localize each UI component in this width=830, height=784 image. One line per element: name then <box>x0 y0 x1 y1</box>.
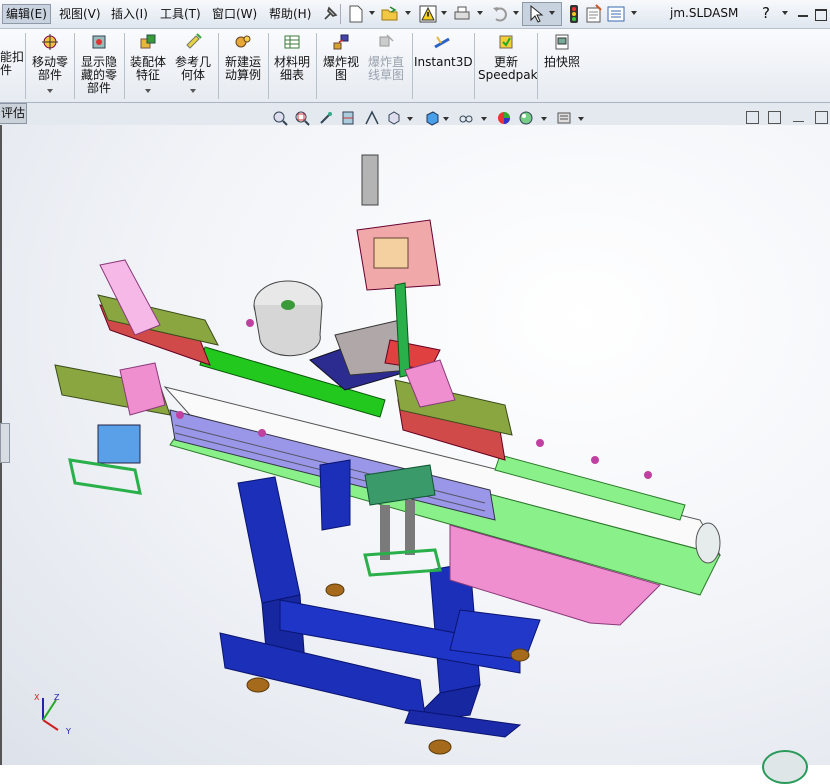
view-orientation-icon[interactable] <box>386 110 402 126</box>
tab-evaluate[interactable]: 评估 <box>0 103 27 124</box>
chevron-down-icon[interactable] <box>47 89 53 93</box>
command-label: 细表 <box>279 68 304 82</box>
chevron-down-icon[interactable] <box>549 11 555 15</box>
viewport-restore-icon[interactable] <box>815 111 828 124</box>
update-speedpak-button[interactable]: 更新 Speedpak <box>478 33 538 82</box>
chevron-down-icon[interactable] <box>513 11 519 15</box>
display-style-icon[interactable] <box>424 110 440 126</box>
document-title: jm.SLDASM <box>670 6 739 20</box>
corner-widget[interactable] <box>762 750 808 784</box>
show-hidden-icon <box>92 35 106 49</box>
command-label: 部件 <box>37 68 62 82</box>
instant3d-icon <box>434 36 450 49</box>
menu-view[interactable]: 视图(V) <box>56 5 104 23</box>
undo-icon[interactable] <box>490 4 510 24</box>
command-manager: 能扣 件 移动零 部件 显示隐 藏的零 部件 装配体 特征 参考几 何体 新建运… <box>0 29 830 103</box>
restore-icon[interactable] <box>815 9 827 21</box>
new-document-icon[interactable] <box>346 4 366 24</box>
fastener-icon <box>0 33 10 51</box>
minimize-icon[interactable] <box>798 15 808 17</box>
chevron-down-icon[interactable] <box>441 11 447 15</box>
take-snapshot-button[interactable]: 拍快照 <box>540 33 584 69</box>
command-label: 何体 <box>180 68 205 82</box>
snapshot-icon <box>555 34 569 50</box>
new-motion-study-button[interactable]: 新建运 动算例 <box>222 33 264 82</box>
command-label: 特征 <box>135 68 160 82</box>
command-label: Instant3D <box>414 55 473 69</box>
chevron-down-icon[interactable] <box>578 117 584 121</box>
command-label: 件 <box>0 63 13 77</box>
exploded-view-button[interactable]: 爆炸视 图 <box>320 33 362 82</box>
menu-insert[interactable]: 插入(I) <box>108 5 151 23</box>
reference-geometry-button[interactable]: 参考几 何体 <box>173 33 213 82</box>
section-view-icon[interactable] <box>340 110 356 126</box>
command-tab-strip: 评估 <box>0 103 830 125</box>
bill-of-materials-button[interactable]: 材料明 细表 <box>272 33 312 82</box>
move-component-icon <box>42 34 58 50</box>
menu-bar: 编辑(E) 视图(V) 插入(I) 工具(T) 窗口(W) 帮助(H) jm.S… <box>0 0 830 29</box>
triad-y-label: Y <box>65 727 71 736</box>
zoom-to-area-icon[interactable] <box>294 110 310 126</box>
menu-help[interactable]: 帮助(H) <box>266 5 314 23</box>
menu-tools[interactable]: 工具(T) <box>157 5 204 23</box>
bom-table-icon <box>284 35 300 49</box>
chevron-down-icon[interactable] <box>631 11 637 15</box>
explode-line-sketch-button[interactable]: 爆炸直 线草图 <box>364 33 408 82</box>
hide-show-items-icon[interactable] <box>458 110 474 126</box>
chevron-down-icon[interactable] <box>782 11 788 15</box>
traffic-light-icon[interactable] <box>564 4 584 24</box>
chevron-down-icon[interactable] <box>443 117 449 121</box>
speedpak-icon <box>499 35 513 49</box>
apply-scene-icon[interactable] <box>518 110 534 126</box>
command-label: 图 <box>334 68 347 82</box>
menu-window[interactable]: 窗口(W) <box>209 5 260 23</box>
select-pointer-icon[interactable] <box>526 4 546 24</box>
motion-study-icon <box>235 35 251 48</box>
chevron-down-icon[interactable] <box>407 117 413 121</box>
assembly-feature-icon <box>140 34 156 49</box>
pin-icon[interactable] <box>320 4 340 24</box>
viewport-minimize-icon[interactable] <box>793 121 804 123</box>
show-hidden-components-button[interactable]: 显示隐 藏的零 部件 <box>78 33 120 95</box>
front-bracket <box>319 459 442 577</box>
chevron-down-icon[interactable] <box>190 89 196 93</box>
help-icon[interactable]: ? <box>762 4 770 22</box>
tile-left-icon[interactable] <box>746 111 759 124</box>
chevron-down-icon[interactable] <box>477 11 483 15</box>
move-component-button[interactable]: 移动零 部件 <box>30 33 70 82</box>
menu-edit[interactable]: 编辑(E) <box>2 4 51 24</box>
explode-line-sketch-icon <box>379 34 394 47</box>
command-label: 动算例 <box>224 68 261 82</box>
command-label: 部件 <box>86 81 111 95</box>
chevron-down-icon[interactable] <box>481 117 487 121</box>
view-settings-icon[interactable] <box>556 110 572 126</box>
chevron-down-icon[interactable] <box>145 89 151 93</box>
print-icon[interactable] <box>452 4 472 24</box>
label-module-left <box>54 259 219 495</box>
edit-appearance-icon[interactable] <box>496 110 512 126</box>
assembly-model[interactable] <box>0 125 830 765</box>
options-icon[interactable] <box>606 4 626 24</box>
command-label: Speedpak <box>478 68 538 82</box>
axis-triad: X Y Z <box>34 693 71 736</box>
dynamic-annotation-icon[interactable] <box>364 110 380 126</box>
rebuild-icon[interactable] <box>418 4 438 24</box>
assembly-features-button[interactable]: 装配体 特征 <box>128 33 168 82</box>
previous-view-icon[interactable] <box>318 110 334 126</box>
exploded-view-icon <box>333 34 349 50</box>
zoom-to-fit-icon[interactable] <box>272 110 288 126</box>
tile-right-icon[interactable] <box>768 111 781 124</box>
triad-z-label: Z <box>54 693 60 702</box>
smart-fasteners-button[interactable]: 能扣 件 <box>0 33 24 77</box>
triad-x-label: X <box>34 693 40 702</box>
instant3d-button[interactable]: Instant3D <box>414 33 473 69</box>
chevron-down-icon[interactable] <box>369 11 375 15</box>
open-folder-icon[interactable] <box>380 4 400 24</box>
command-label: 拍快照 <box>543 55 580 69</box>
command-label: 线草图 <box>367 68 404 82</box>
file-properties-icon[interactable] <box>584 4 604 24</box>
chevron-down-icon[interactable] <box>405 11 411 15</box>
chevron-down-icon[interactable] <box>541 117 547 121</box>
reference-geometry-icon <box>186 33 202 49</box>
